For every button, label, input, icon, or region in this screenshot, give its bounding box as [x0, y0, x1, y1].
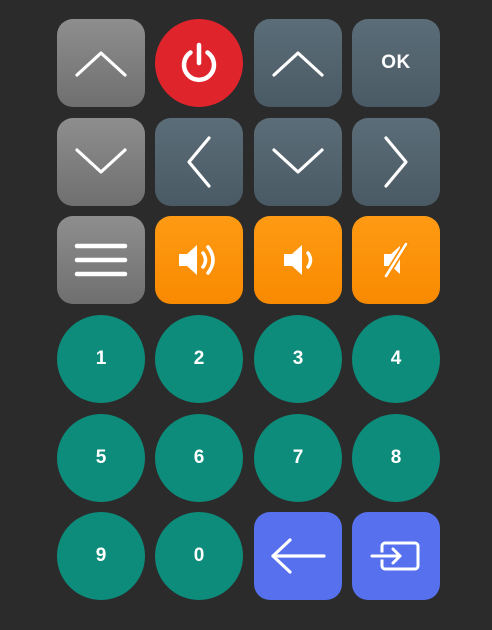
number-label: 2: [193, 348, 205, 369]
number-label: 0: [193, 545, 205, 566]
back-arrow-icon: [271, 538, 326, 574]
chevron-right-icon: [384, 136, 408, 188]
number-label: 5: [95, 447, 107, 468]
dpad-right-button[interactable]: [352, 118, 440, 206]
number-label: 1: [95, 348, 107, 369]
dpad-left-button[interactable]: [155, 118, 243, 206]
volume-down-button[interactable]: [254, 216, 342, 304]
volume-up-icon: [179, 245, 215, 275]
input-source-button[interactable]: [352, 512, 440, 600]
number-9-button[interactable]: 9: [57, 512, 145, 600]
menu-button[interactable]: [57, 216, 145, 304]
mute-icon: [383, 241, 409, 279]
number-label: 6: [193, 447, 205, 468]
chevron-down-icon: [272, 148, 324, 174]
number-3-button[interactable]: 3: [254, 315, 342, 403]
hamburger-menu-icon: [74, 243, 128, 277]
number-0-button[interactable]: 0: [155, 512, 243, 600]
volume-down-icon: [284, 245, 313, 275]
number-4-button[interactable]: 4: [352, 315, 440, 403]
dpad-down-button[interactable]: [254, 118, 342, 206]
remote-control: OK 1 2 3 4 5 6 7 8 9 0: [0, 0, 492, 630]
number-6-button[interactable]: 6: [155, 414, 243, 502]
number-8-button[interactable]: 8: [352, 414, 440, 502]
number-7-button[interactable]: 7: [254, 414, 342, 502]
chevron-up-icon: [75, 51, 127, 77]
mute-button[interactable]: [352, 216, 440, 304]
chevron-left-icon: [187, 136, 211, 188]
number-label: 7: [292, 447, 304, 468]
number-label: 4: [390, 348, 402, 369]
channel-down-button[interactable]: [57, 118, 145, 206]
back-button[interactable]: [254, 512, 342, 600]
number-label: 3: [292, 348, 304, 369]
input-source-icon: [370, 541, 420, 571]
volume-up-button[interactable]: [155, 216, 243, 304]
number-2-button[interactable]: 2: [155, 315, 243, 403]
power-icon: [181, 42, 217, 83]
power-button[interactable]: [155, 19, 243, 107]
number-5-button[interactable]: 5: [57, 414, 145, 502]
number-label: 9: [95, 545, 107, 566]
channel-up-button[interactable]: [57, 19, 145, 107]
number-label: 8: [390, 447, 402, 468]
number-1-button[interactable]: 1: [57, 315, 145, 403]
chevron-down-icon: [75, 148, 127, 174]
dpad-up-button[interactable]: [254, 19, 342, 107]
chevron-up-icon: [272, 51, 324, 77]
ok-label: OK: [381, 52, 411, 73]
ok-button[interactable]: OK: [352, 19, 440, 107]
